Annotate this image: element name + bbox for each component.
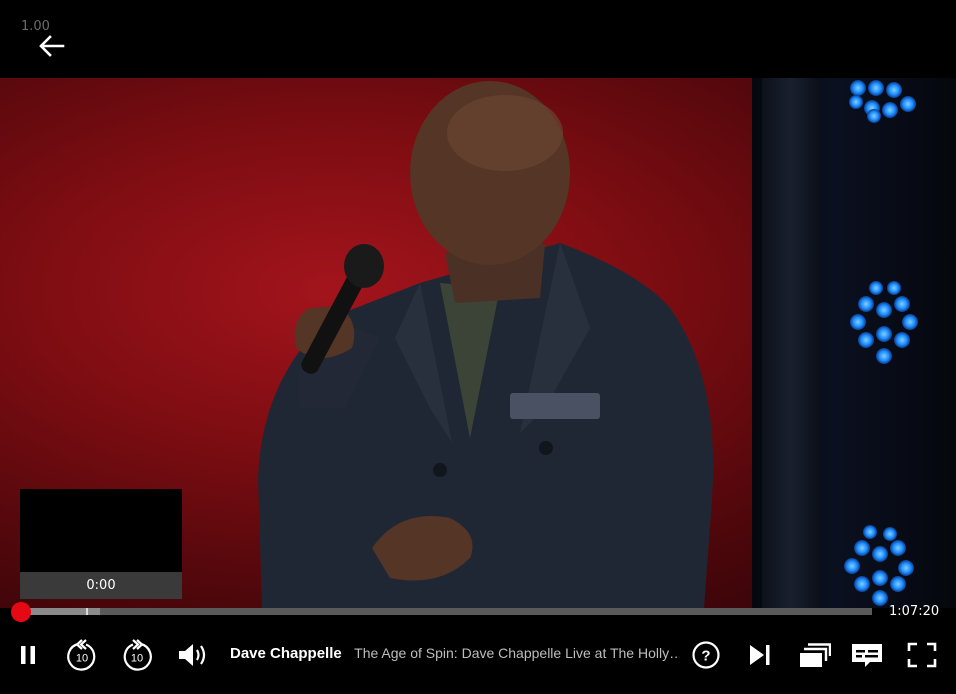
forward-10-button[interactable]: 10 bbox=[117, 635, 157, 675]
help-button[interactable]: ? bbox=[686, 635, 726, 675]
pause-button[interactable] bbox=[8, 635, 48, 675]
preview-time: 0:00 bbox=[20, 572, 182, 599]
progress-marker bbox=[86, 608, 88, 615]
episodes-icon bbox=[800, 643, 831, 667]
scrub-preview: 0:00 bbox=[20, 489, 182, 599]
help-icon: ? bbox=[692, 641, 720, 669]
forward-10-icon: 10 bbox=[123, 639, 152, 671]
pause-icon bbox=[21, 646, 35, 664]
volume-button[interactable] bbox=[172, 635, 212, 675]
progress-bar[interactable] bbox=[21, 608, 872, 615]
fullscreen-icon bbox=[907, 642, 937, 668]
episode-title: The Age of Spin: Dave Chappelle Live at … bbox=[354, 645, 680, 661]
control-bar: 10 10 Dave Chappelle The Age of Spin: Da… bbox=[0, 626, 956, 694]
episodes-button[interactable] bbox=[794, 635, 834, 675]
volume-icon bbox=[179, 644, 206, 666]
show-title: Dave Chappelle bbox=[230, 645, 342, 662]
buffered-bar bbox=[21, 608, 100, 615]
rewind-10-icon: 10 bbox=[67, 639, 96, 671]
back-button[interactable] bbox=[36, 30, 68, 62]
scrub-handle[interactable] bbox=[11, 602, 31, 622]
title-area: Dave Chappelle The Age of Spin: Dave Cha… bbox=[230, 645, 680, 663]
svg-text:?: ? bbox=[701, 648, 710, 665]
rewind-seconds: 10 bbox=[76, 653, 88, 665]
back-arrow-icon bbox=[39, 35, 65, 57]
forward-seconds: 10 bbox=[131, 653, 143, 665]
rewind-10-button[interactable]: 10 bbox=[62, 635, 102, 675]
subtitles-icon bbox=[852, 644, 882, 667]
time-remaining: 1:07:20 bbox=[889, 604, 940, 619]
top-bar: 1.00 bbox=[0, 0, 956, 78]
subtitles-button[interactable] bbox=[847, 635, 887, 675]
next-episode-button[interactable] bbox=[740, 635, 780, 675]
next-episode-icon bbox=[750, 645, 770, 665]
fullscreen-button[interactable] bbox=[902, 635, 942, 675]
